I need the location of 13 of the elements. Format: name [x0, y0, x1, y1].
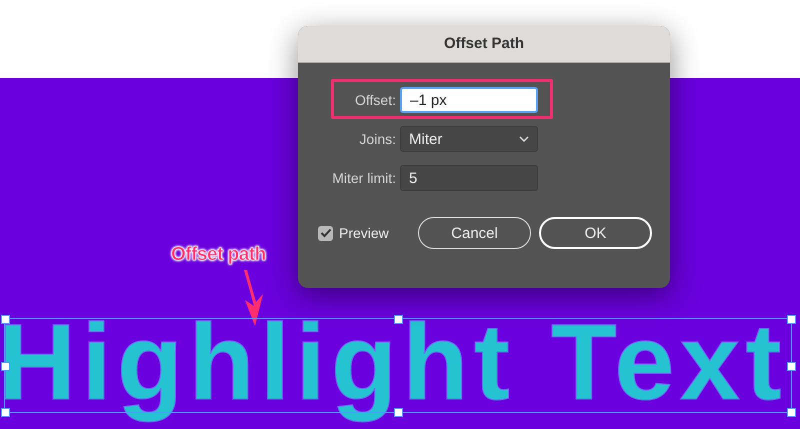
field-label: Miter limit: — [331, 170, 396, 186]
dialog-button[interactable]: OK — [539, 217, 652, 249]
input-field[interactable]: 5 — [400, 165, 538, 191]
joins-dropdown[interactable]: Miter — [400, 126, 538, 152]
annotation-label: Offset path — [171, 244, 266, 266]
dialog-button[interactable]: Cancel — [418, 217, 531, 249]
field-label: Offset: — [354, 92, 396, 108]
dialog-title: Offset Path — [298, 26, 670, 63]
artwork-text: Highlight Text — [0, 300, 788, 424]
input-field[interactable]: –1 px — [400, 87, 538, 113]
preview-checkbox[interactable]: Preview — [318, 225, 418, 241]
field-label: Joins: — [358, 131, 396, 147]
chevron-icon — [519, 136, 529, 142]
